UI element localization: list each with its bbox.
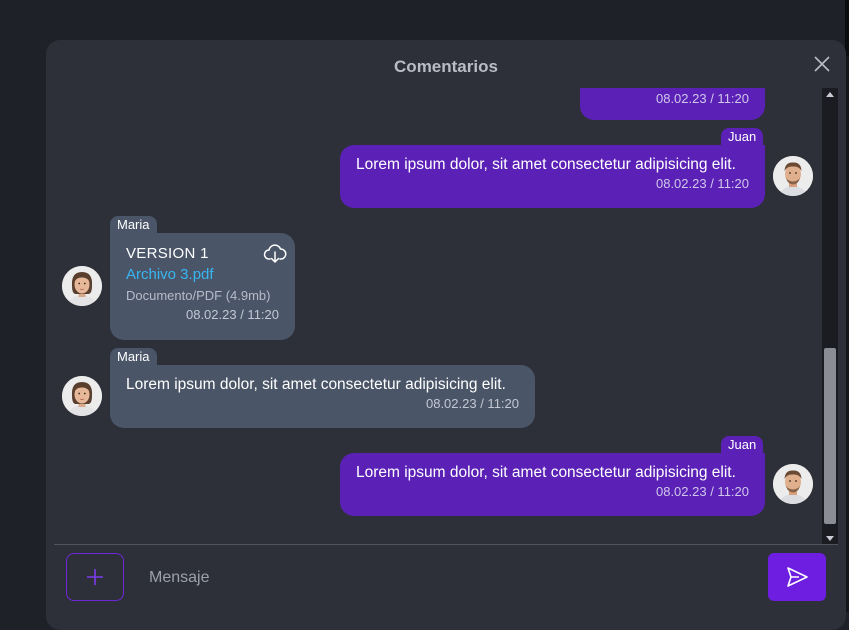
message-time: 08.02.23 / 11:20 [655,176,749,191]
message-time: 08.02.23 / 11:20 [655,484,749,499]
modal-title: Comentarios [394,57,498,76]
file-version: VERSION 1 [126,245,209,262]
avatar-juan [773,156,813,196]
file-message-bubble: VERSION 1 Archivo 3.pdf Documento/PDF (4… [110,233,295,340]
message-time: 08.02.23 / 11:20 [185,307,279,322]
message-list[interactable]: 08.02.23 / 11:20 Juan Lorem ipsum dolor,… [46,88,822,545]
message-time: 08.02.23 / 11:20 [425,396,519,411]
sender-name: Juan [721,128,764,146]
scroll-up-arrow[interactable] [826,92,834,97]
backdrop-bar [845,0,849,56]
comments-modal: Comentarios 08.02.23 / 11:20 Juan Lorem … [46,40,846,630]
chat-scrollbar[interactable] [822,88,838,545]
message-time: 08.02.23 / 11:20 [655,91,749,106]
send-button[interactable] [768,553,826,601]
message-bubble-outgoing: Lorem ipsum dolor, sit amet consectetur … [340,453,765,516]
download-button[interactable] [263,243,287,265]
message-bubble-incoming: Lorem ipsum dolor, sit amet consectetur … [110,365,535,428]
cloud-download-icon [263,244,287,263]
close-icon [814,56,830,72]
add-attachment-button[interactable] [66,553,124,601]
sender-name: Maria [110,216,157,234]
sender-name: Maria [110,348,157,366]
avatar-maria [62,266,102,306]
composer-divider [54,544,838,545]
sender-name: Juan [721,436,764,454]
scroll-down-arrow[interactable] [826,536,834,541]
message-text: Lorem ipsum dolor, sit amet consectetur … [126,376,506,393]
scroll-thumb[interactable] [824,348,836,524]
avatar-juan [773,464,813,504]
avatar-maria [62,376,102,416]
message-text: Lorem ipsum dolor, sit amet consectetur … [356,464,736,481]
message-bubble-outgoing: 08.02.23 / 11:20 [580,88,765,120]
close-button[interactable] [812,54,832,74]
message-bubble-outgoing: Lorem ipsum dolor, sit amet consectetur … [340,145,765,208]
message-text: Lorem ipsum dolor, sit amet consectetur … [356,156,736,173]
file-meta: Documento/PDF (4.9mb) [126,288,271,303]
message-input[interactable] [136,560,762,596]
plus-icon [87,569,103,585]
send-icon [787,567,808,587]
file-link[interactable]: Archivo 3.pdf [126,264,279,286]
